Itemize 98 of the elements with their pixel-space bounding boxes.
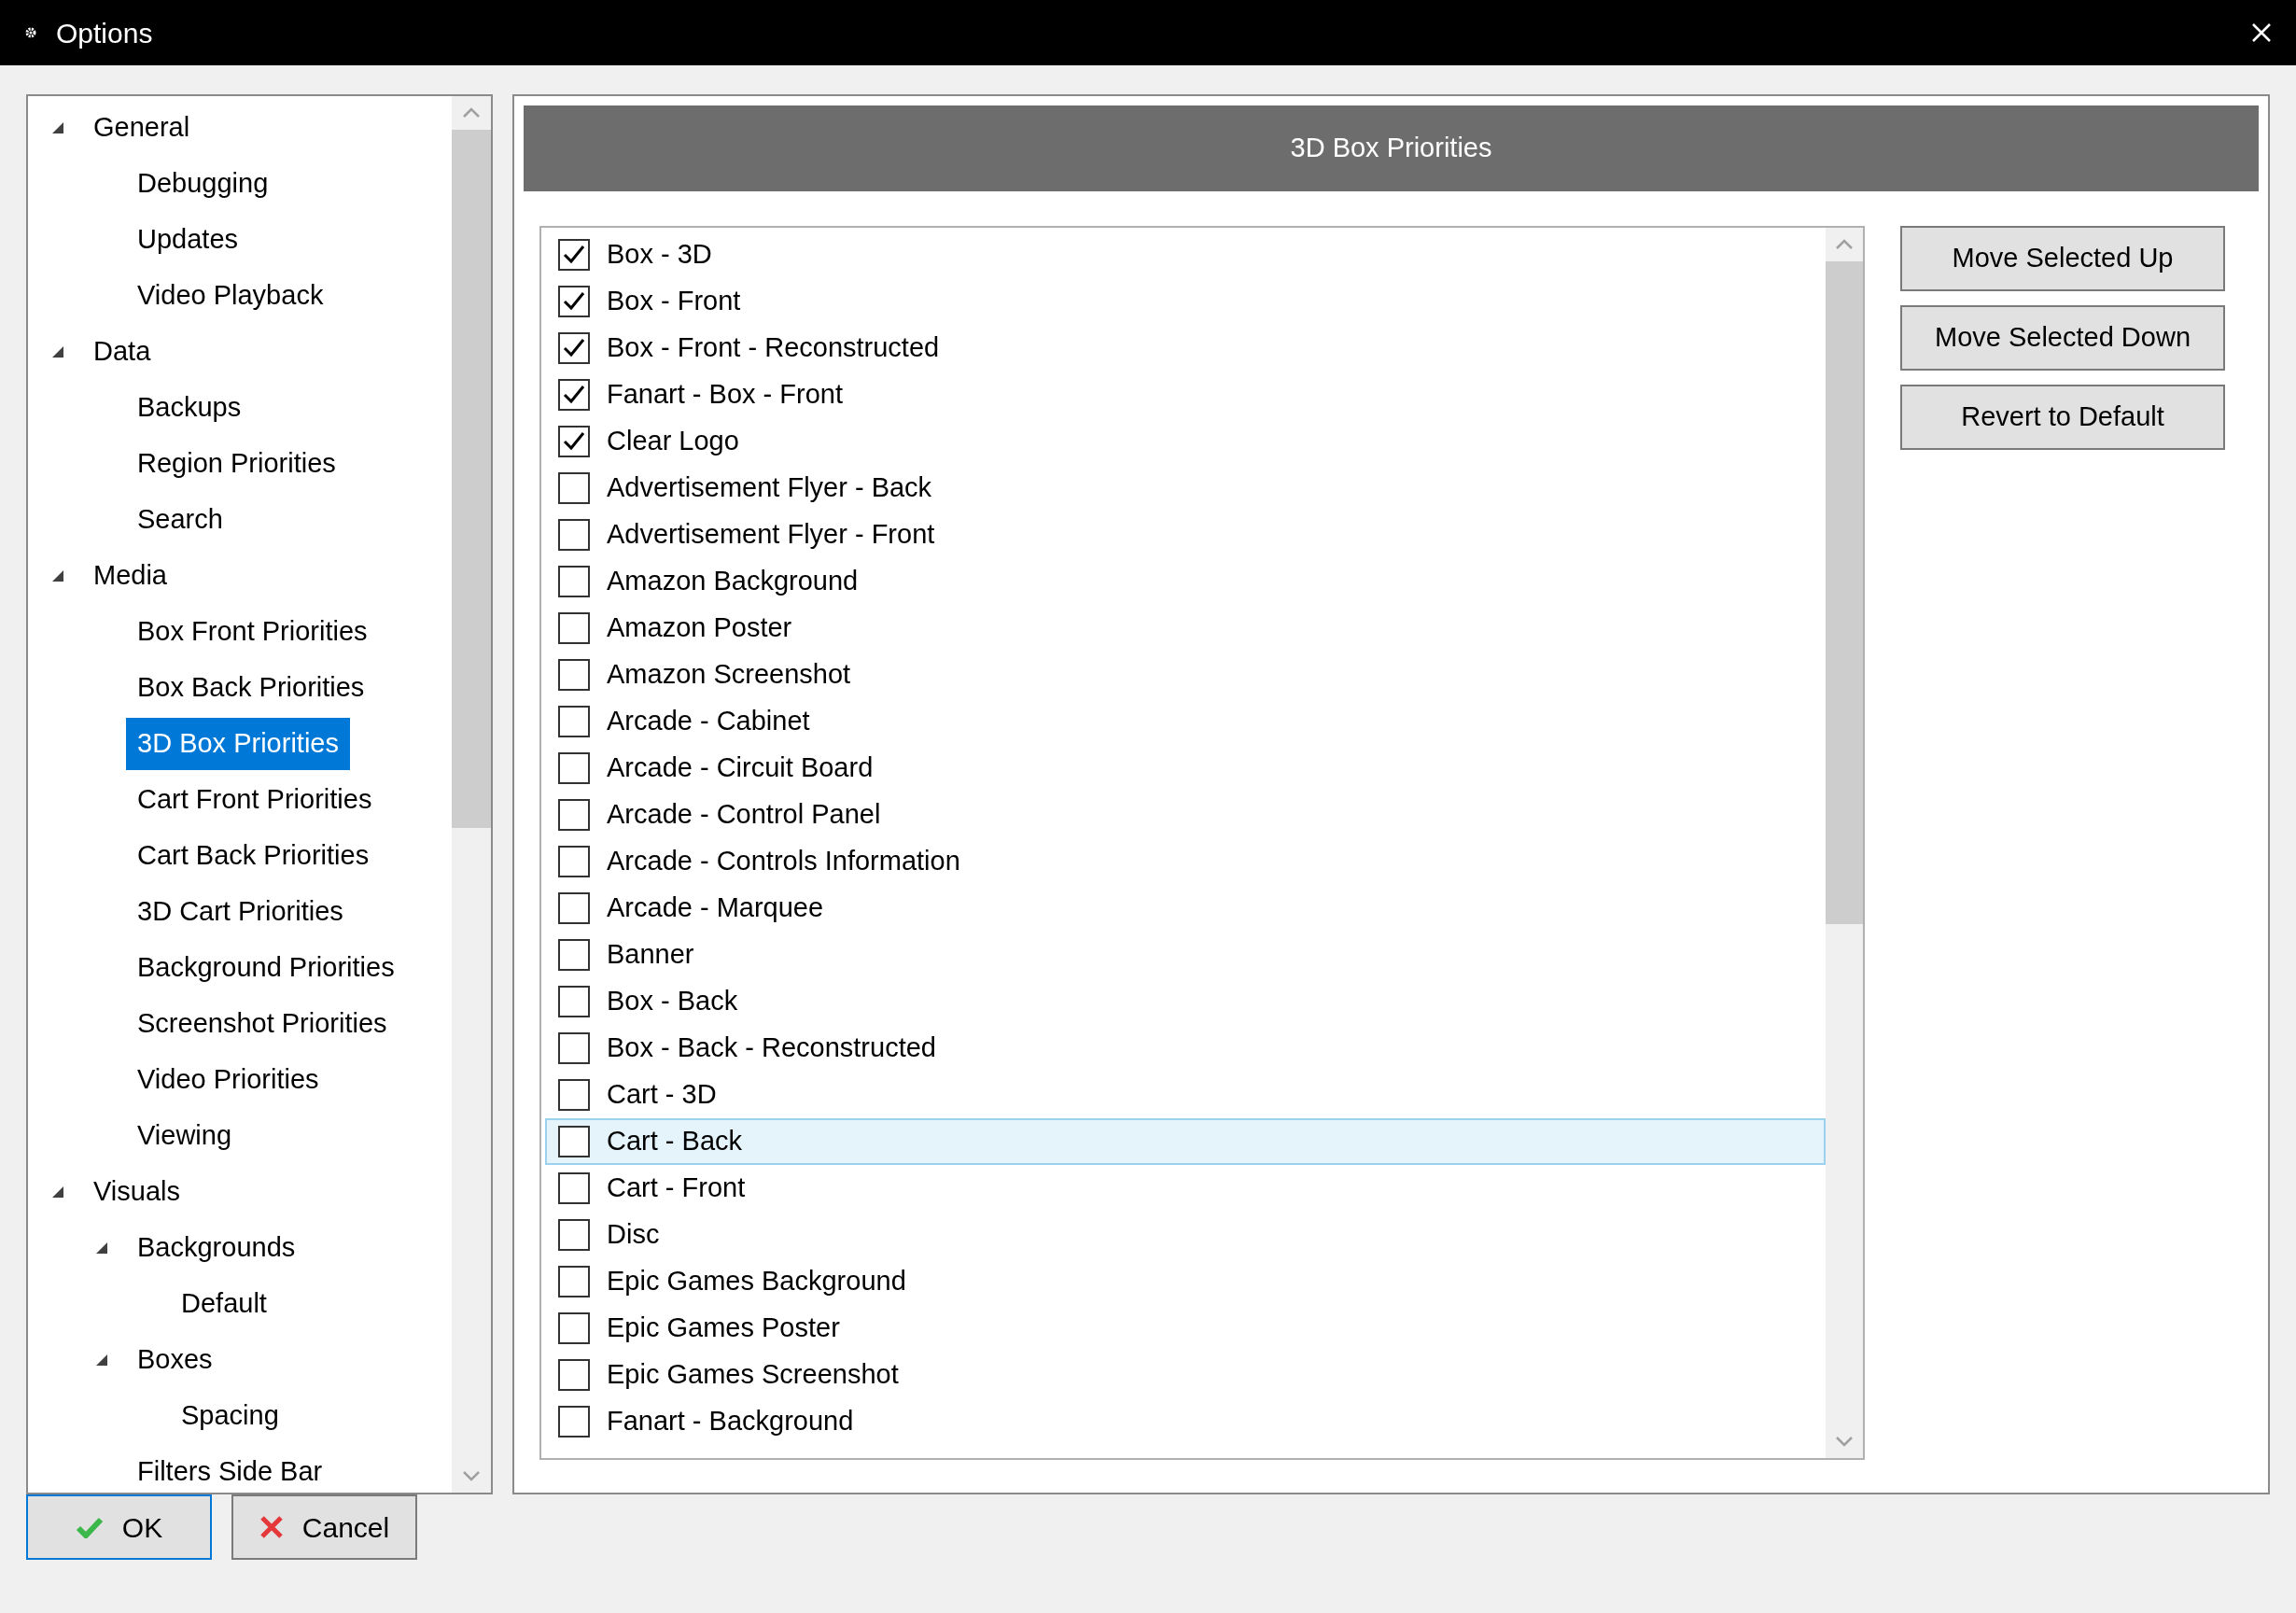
- expanded-triangle-icon[interactable]: [50, 344, 65, 359]
- checkbox[interactable]: [558, 1312, 590, 1344]
- tree-item[interactable]: Data: [93, 331, 151, 372]
- list-row[interactable]: Amazon Background: [545, 558, 1826, 605]
- list-row[interactable]: Amazon Poster: [545, 605, 1826, 652]
- list-row[interactable]: Epic Games Poster: [545, 1305, 1826, 1352]
- list-row[interactable]: Arcade - Control Panel: [545, 792, 1826, 838]
- list-row[interactable]: Arcade - Cabinet: [545, 698, 1826, 745]
- cancel-button[interactable]: Cancel: [231, 1494, 417, 1560]
- list-row[interactable]: Banner: [545, 932, 1826, 978]
- checkbox[interactable]: [558, 519, 590, 551]
- expanded-triangle-icon[interactable]: [94, 1353, 109, 1368]
- tree-item[interactable]: Spacing: [181, 1396, 279, 1437]
- tree-item[interactable]: Updates: [137, 219, 238, 260]
- ok-button[interactable]: OK: [26, 1494, 212, 1560]
- list-row[interactable]: Cart - 3D: [545, 1072, 1826, 1118]
- tree-item[interactable]: Cart Back Priorities: [137, 835, 370, 877]
- action-button[interactable]: Move Selected Down: [1900, 305, 2225, 371]
- tree-item[interactable]: Video Priorities: [137, 1059, 319, 1101]
- checkbox[interactable]: [558, 1359, 590, 1391]
- cross-icon: [259, 1515, 284, 1539]
- list-row[interactable]: Box - Back - Reconstructed: [545, 1025, 1826, 1072]
- list-row[interactable]: Fanart - Box - Front: [545, 372, 1826, 418]
- checkbox[interactable]: [558, 426, 590, 457]
- checkmark-icon: [75, 1516, 104, 1538]
- checkbox[interactable]: [558, 846, 590, 877]
- tree-item[interactable]: Visuals: [93, 1171, 180, 1213]
- tree-item[interactable]: Video Playback: [137, 275, 324, 316]
- tree-item[interactable]: Cart Front Priorities: [137, 779, 372, 821]
- checkbox[interactable]: [558, 1266, 590, 1297]
- tree-item[interactable]: Boxes: [137, 1339, 213, 1381]
- tree-item[interactable]: Background Priorities: [137, 947, 395, 989]
- list-row[interactable]: Fanart - Background: [545, 1398, 1826, 1445]
- gear-icon: [24, 26, 37, 39]
- list-row[interactable]: Arcade - Circuit Board: [545, 745, 1826, 792]
- checkbox[interactable]: [558, 752, 590, 784]
- list-row[interactable]: Epic Games Background: [545, 1258, 1826, 1305]
- list-row[interactable]: Advertisement Flyer - Back: [545, 465, 1826, 512]
- tree-item[interactable]: Backgrounds: [137, 1227, 296, 1269]
- checkbox[interactable]: [558, 286, 590, 317]
- checkbox[interactable]: [558, 332, 590, 364]
- tree-item[interactable]: Default: [181, 1283, 267, 1325]
- tree-item[interactable]: Media: [93, 555, 167, 596]
- list-row[interactable]: Clear Logo: [545, 418, 1826, 465]
- checkbox[interactable]: [558, 239, 590, 271]
- scrollbar-thumb[interactable]: [1826, 261, 1863, 924]
- checkbox[interactable]: [558, 706, 590, 737]
- tree-item[interactable]: Region Priorities: [137, 443, 336, 484]
- tree-item[interactable]: 3D Box Priorities: [126, 718, 350, 770]
- list-row[interactable]: Cart - Back: [545, 1118, 1826, 1165]
- checkbox[interactable]: [558, 472, 590, 504]
- list-row[interactable]: Epic Games Screenshot: [545, 1352, 1826, 1398]
- tree-item[interactable]: Box Back Priorities: [137, 667, 365, 708]
- panel-header: 3D Box Priorities: [524, 105, 2259, 191]
- close-icon[interactable]: [2251, 22, 2272, 43]
- tree-item[interactable]: Box Front Priorities: [137, 611, 368, 652]
- tree-item[interactable]: Debugging: [137, 163, 269, 204]
- checkbox[interactable]: [558, 892, 590, 924]
- action-button[interactable]: Revert to Default: [1900, 385, 2225, 450]
- checkbox[interactable]: [558, 799, 590, 831]
- scrollbar[interactable]: [452, 96, 491, 1493]
- tree-item[interactable]: General: [93, 107, 190, 148]
- expanded-triangle-icon[interactable]: [94, 1241, 109, 1255]
- list-row[interactable]: Cart - Front: [545, 1165, 1826, 1212]
- list-row[interactable]: Box - Front: [545, 278, 1826, 325]
- tree-item[interactable]: Viewing: [137, 1115, 232, 1157]
- checkbox[interactable]: [558, 612, 590, 644]
- list-row[interactable]: Box - Front - Reconstructed: [545, 325, 1826, 372]
- expanded-triangle-icon[interactable]: [50, 120, 65, 135]
- checkbox[interactable]: [558, 1079, 590, 1111]
- checkbox[interactable]: [558, 659, 590, 691]
- scrollbar-thumb[interactable]: [452, 130, 491, 828]
- checkbox[interactable]: [558, 379, 590, 411]
- checkbox[interactable]: [558, 566, 590, 597]
- list-row[interactable]: Arcade - Controls Information: [545, 838, 1826, 885]
- action-button[interactable]: Move Selected Up: [1900, 226, 2225, 291]
- scrollbar[interactable]: [1826, 228, 1863, 1458]
- tree-item[interactable]: Backups: [137, 387, 242, 428]
- checkbox[interactable]: [558, 939, 590, 971]
- list-row[interactable]: Box - Back: [545, 978, 1826, 1025]
- list-row[interactable]: Advertisement Flyer - Front: [545, 512, 1826, 558]
- list-row[interactable]: Disc: [545, 1212, 1826, 1258]
- checkbox[interactable]: [558, 986, 590, 1017]
- list-row[interactable]: Arcade - Marquee: [545, 885, 1826, 932]
- tree-item[interactable]: Screenshot Priorities: [137, 1003, 387, 1045]
- checkbox[interactable]: [558, 1032, 590, 1064]
- list-row[interactable]: Box - 3D: [545, 231, 1826, 278]
- expanded-triangle-icon[interactable]: [50, 568, 65, 583]
- checkbox[interactable]: [558, 1219, 590, 1251]
- list-row[interactable]: Amazon Screenshot: [545, 652, 1826, 698]
- tree-item[interactable]: Search: [137, 499, 223, 540]
- tree-item[interactable]: Filters Side Bar: [137, 1452, 323, 1493]
- checkbox[interactable]: [558, 1126, 590, 1157]
- checkbox[interactable]: [558, 1172, 590, 1204]
- window-title: Options: [56, 16, 153, 50]
- expanded-triangle-icon[interactable]: [50, 1185, 65, 1199]
- checkbox[interactable]: [558, 1406, 590, 1438]
- tree-item[interactable]: 3D Cart Priorities: [137, 891, 343, 933]
